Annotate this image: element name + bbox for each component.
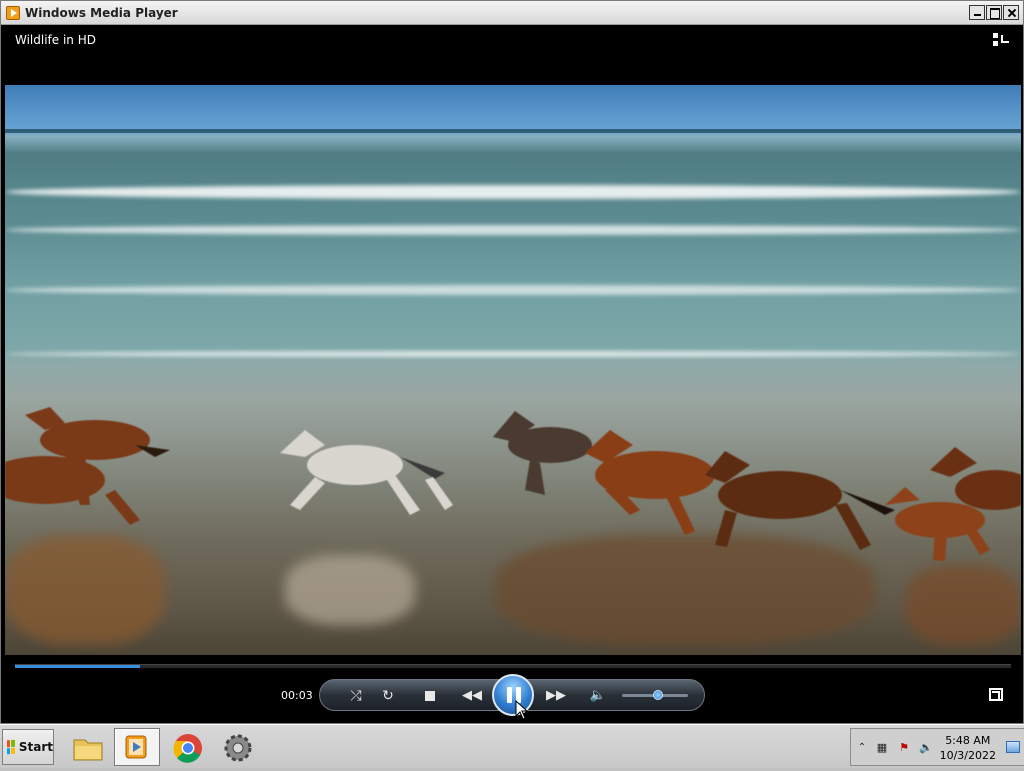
elapsed-time: 00:03 — [281, 689, 313, 702]
gear-icon — [224, 734, 252, 762]
show-desktop-icon[interactable] — [1006, 741, 1020, 753]
media-player-app-icon[interactable] — [6, 6, 20, 20]
media-player-icon — [125, 735, 147, 759]
close-button[interactable] — [1003, 5, 1019, 20]
taskbar-google-chrome[interactable] — [164, 728, 210, 766]
previous-icon[interactable]: ◀◀ — [462, 686, 482, 706]
clock[interactable]: 5:48 AM 10/3/2022 — [940, 733, 996, 763]
maximize-button[interactable] — [986, 5, 1002, 20]
window-title: Windows Media Player — [25, 6, 178, 20]
repeat-icon[interactable]: ↻ — [378, 686, 398, 706]
seek-bar[interactable] — [15, 664, 1011, 668]
next-icon[interactable]: ▶▶ — [546, 686, 566, 706]
stop-icon[interactable] — [420, 686, 440, 706]
speaker-icon[interactable]: 🔈 — [588, 686, 608, 706]
now-playing-header: Wildlife in HD — [5, 25, 1021, 85]
taskbar: Start ⌃ ▦ ⚑ 🔈 5:48 AM 10/3/2022 — [0, 724, 1024, 768]
mouse-cursor-icon — [515, 700, 529, 720]
volume-slider-thumb[interactable] — [653, 690, 664, 700]
network-icon[interactable]: ▦ — [875, 741, 889, 755]
video-frame[interactable] — [5, 85, 1021, 655]
playback-controls-bar: 00:03 ⤮ ↻ ◀◀ ▶▶ 🔈 — [5, 655, 1021, 721]
volume-slider[interactable] — [622, 690, 688, 700]
fullscreen-icon[interactable] — [989, 688, 1003, 701]
system-tray: ⌃ ▦ ⚑ 🔈 5:48 AM 10/3/2022 — [850, 728, 1024, 766]
taskbar-file-explorer[interactable] — [64, 728, 110, 766]
action-center-flag-icon[interactable]: ⚑ — [897, 741, 911, 755]
title-bar[interactable]: Windows Media Player — [1, 1, 1023, 25]
pause-icon — [507, 687, 512, 703]
transport-controls: ⤮ ↻ ◀◀ ▶▶ 🔈 — [319, 674, 705, 716]
chrome-icon — [173, 734, 202, 763]
show-hidden-icons-icon[interactable]: ⌃ — [855, 741, 869, 755]
taskbar-system-settings[interactable] — [214, 728, 260, 766]
horses-illustration — [5, 407, 1021, 561]
clock-date: 10/3/2022 — [939, 749, 996, 762]
windows-flag-icon — [7, 739, 15, 755]
media-player-window: Windows Media Player Wildlife in HD 00:0… — [0, 0, 1024, 724]
switch-to-library-icon[interactable] — [993, 33, 1009, 47]
start-label: Start — [18, 740, 53, 754]
volume-icon[interactable]: 🔈 — [919, 741, 933, 755]
media-title: Wildlife in HD — [15, 33, 96, 47]
shuffle-icon[interactable]: ⤮ — [346, 686, 366, 706]
minimize-button[interactable] — [969, 5, 985, 20]
seek-bar-progress — [15, 665, 141, 668]
start-button[interactable]: Start — [2, 729, 54, 765]
clock-time: 5:48 AM — [945, 734, 991, 747]
taskbar-windows-media-player[interactable] — [114, 728, 160, 766]
folder-icon — [73, 739, 103, 761]
